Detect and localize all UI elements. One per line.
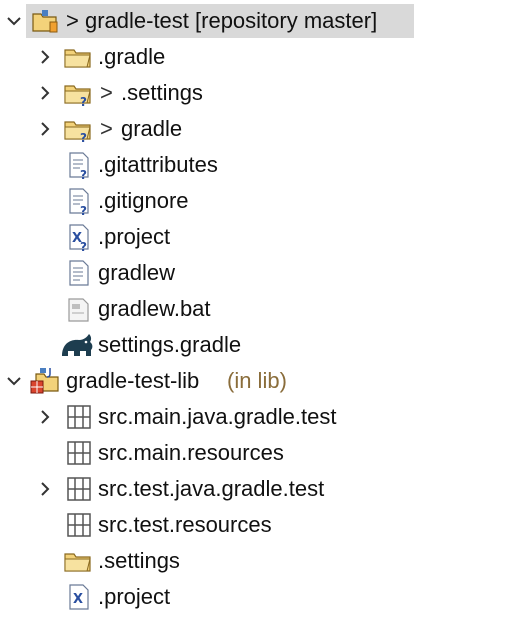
tree-item-label: .gitignore [98, 188, 189, 213]
package-icon [64, 402, 94, 432]
tree-item-label: .gradle [98, 44, 166, 69]
tree-item-gradlew[interactable]: gradlew [0, 255, 515, 291]
tree-item-label: gradle-test-lib [66, 368, 200, 393]
chevron-down-icon[interactable] [6, 373, 22, 389]
package-icon [64, 474, 94, 504]
file-unversioned-icon: ? [66, 150, 96, 180]
package-icon [64, 510, 94, 540]
svg-text:?: ? [80, 168, 87, 180]
java-project-icon [30, 366, 60, 396]
chevron-right-icon[interactable] [37, 121, 53, 137]
tree-item-src-test-resources[interactable]: src.test.resources [0, 507, 515, 543]
package-icon [64, 438, 94, 468]
tree-item-label: .project [98, 224, 171, 249]
tree-item-label: src.main.resources [98, 440, 284, 465]
tree-item-src-test-java[interactable]: src.test.java.gradle.test [0, 471, 515, 507]
tree-item-label: src.test.resources [98, 512, 272, 537]
xml-file-icon: X [66, 582, 96, 612]
tree-item-gitattributes[interactable]: ? .gitattributes [0, 147, 515, 183]
chevron-down-icon[interactable] [6, 13, 22, 29]
tree-item-lib-settings[interactable]: .settings [0, 543, 515, 579]
tree-item-gradle-folder[interactable]: ? > gradle [0, 111, 515, 147]
tree-item-label: src.main.java.gradle.test [98, 404, 337, 429]
svg-text:?: ? [80, 240, 87, 252]
tree-item-gradle-test[interactable]: > gradle-test [repository master] [0, 3, 515, 39]
tree-item-lib-project[interactable]: X .project [0, 579, 515, 615]
chevron-right-icon[interactable] [37, 481, 53, 497]
svg-text:?: ? [80, 95, 87, 108]
chevron-right-icon[interactable] [37, 49, 53, 65]
folder-icon [63, 42, 93, 72]
git-project-icon [30, 6, 60, 36]
tree-item-src-main-java[interactable]: src.main.java.gradle.test [0, 399, 515, 435]
chevron-right-icon[interactable] [37, 85, 53, 101]
xml-file-unversioned-icon: X ? [66, 222, 96, 252]
tree-item-gradle-test-lib[interactable]: gradle-test-lib (in lib) [0, 363, 515, 399]
tree-item-project-untracked[interactable]: X ? .project [0, 219, 515, 255]
project-location-suffix: (in lib) [227, 368, 287, 393]
file-unversioned-icon: ? [66, 186, 96, 216]
tree-item-label: .settings [121, 80, 203, 105]
svg-text:?: ? [80, 204, 87, 216]
bat-file-icon [66, 294, 96, 324]
git-dirty-marker: > [100, 80, 113, 105]
tree-item-label: gradlew.bat [98, 296, 211, 321]
tree-item-src-main-resources[interactable]: src.main.resources [0, 435, 515, 471]
svg-text:?: ? [80, 131, 87, 144]
tree-item-label: .settings [98, 548, 180, 573]
svg-text:X: X [73, 592, 83, 607]
folder-unversioned-icon: ? [63, 114, 93, 144]
folder-unversioned-icon: ? [63, 78, 93, 108]
tree-item-label: > gradle-test [repository master] [66, 8, 378, 33]
gradle-elephant-icon [60, 330, 93, 360]
tree-item-settings-untracked[interactable]: ? > .settings [0, 75, 515, 111]
tree-item-gitignore[interactable]: ? .gitignore [0, 183, 515, 219]
project-explorer-tree: > gradle-test [repository master] .gradl… [0, 0, 515, 617]
chevron-right-icon[interactable] [37, 409, 53, 425]
tree-item-settings-gradle[interactable]: settings.gradle [0, 327, 515, 363]
tree-item-dot-gradle[interactable]: .gradle [0, 39, 515, 75]
tree-item-label: gradlew [98, 260, 176, 285]
git-dirty-marker: > [100, 116, 113, 141]
tree-item-label: .project [98, 584, 171, 609]
folder-icon [63, 546, 93, 576]
tree-item-label: .gitattributes [98, 152, 218, 177]
tree-item-label: settings.gradle [98, 332, 242, 357]
tree-item-label: gradle [121, 116, 183, 141]
tree-item-gradlew-bat[interactable]: gradlew.bat [0, 291, 515, 327]
file-icon [66, 258, 96, 288]
tree-item-label: src.test.java.gradle.test [98, 476, 325, 501]
